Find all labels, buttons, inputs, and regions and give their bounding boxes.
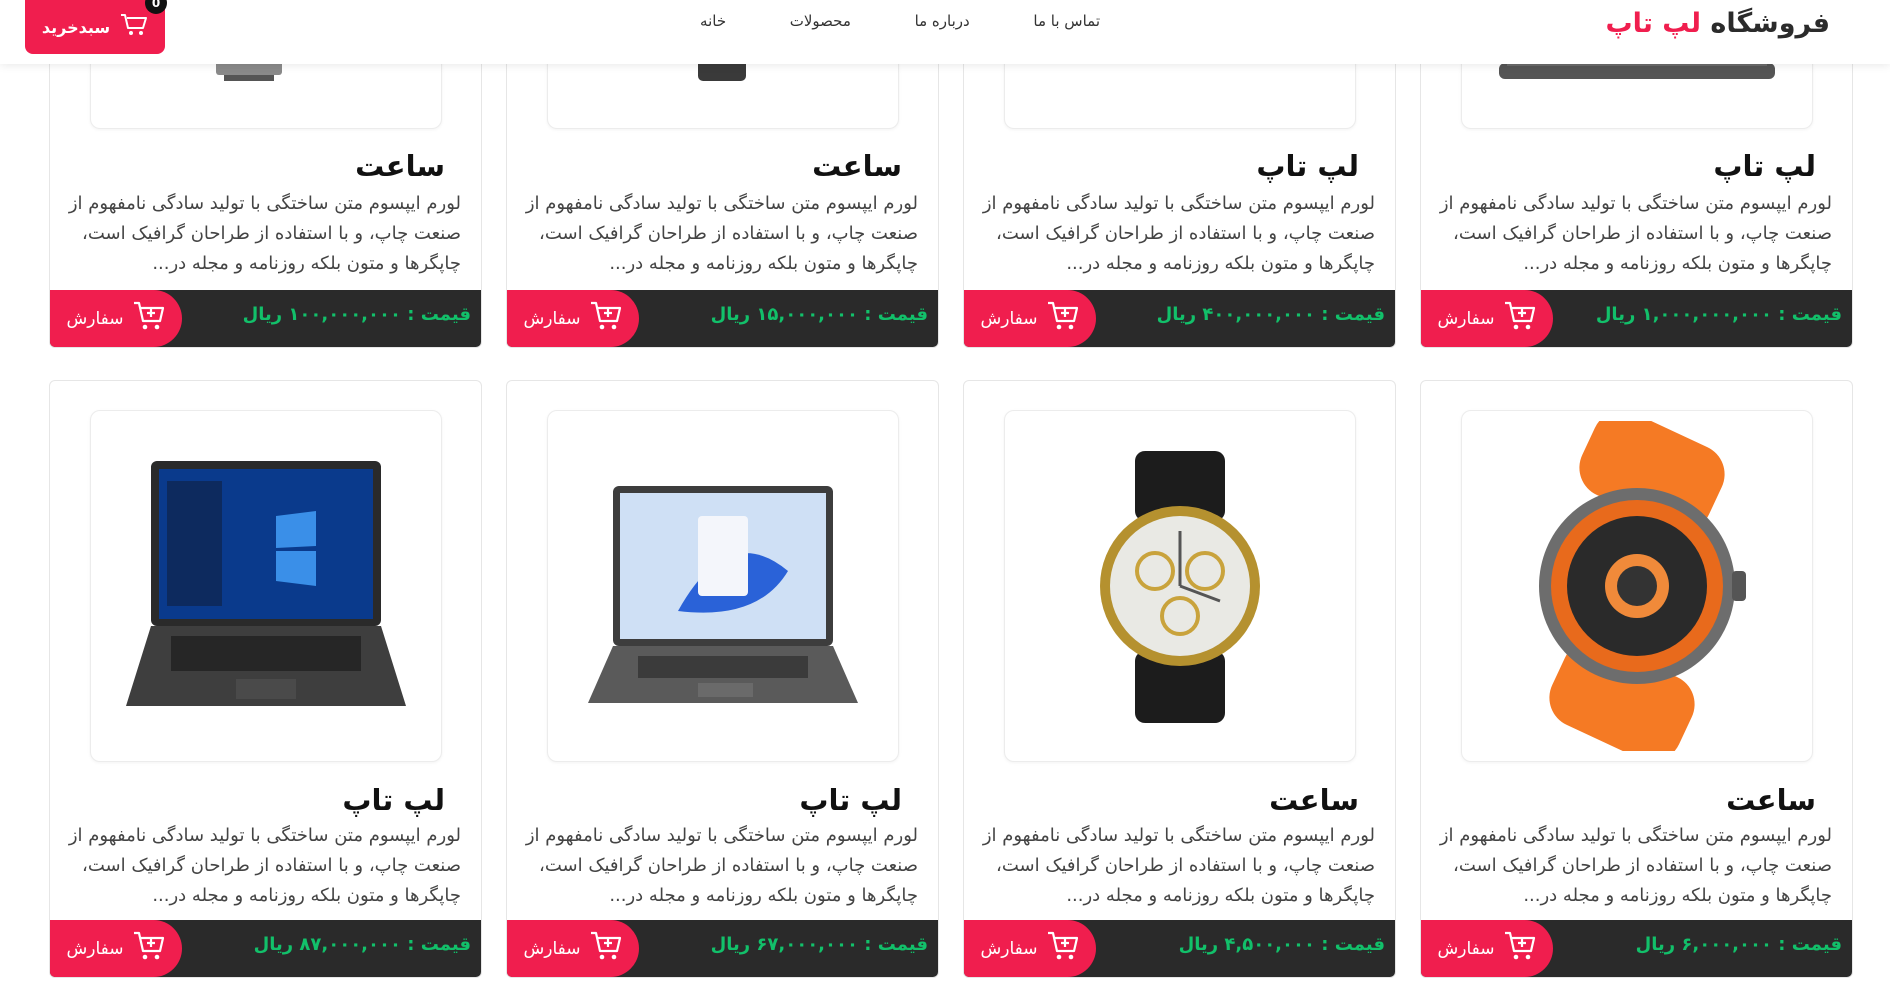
site-header: فروشگاه لپ تاپ خانه محصولات درباره ما تم… — [0, 0, 1890, 64]
add-to-cart-icon — [1503, 930, 1537, 967]
order-label: سفارش — [523, 938, 581, 959]
price-bar: قیمت : ۴۰۰,۰۰۰,۰۰۰ ریال سفارش — [964, 290, 1395, 347]
add-to-cart-icon — [1503, 300, 1537, 337]
product-card: لپ تاپ لورم ایپسوم متن ساختگی با تولید س… — [506, 380, 939, 978]
product-title: لپ تاپ — [799, 783, 902, 817]
nav-home[interactable]: خانه — [700, 12, 726, 36]
product-title: لپ تاپ — [1713, 149, 1816, 183]
order-label: سفارش — [1437, 938, 1495, 959]
product-title: ساعت — [812, 149, 902, 183]
order-label: سفارش — [1437, 308, 1495, 329]
logo-text-laptop: لپ تاپ — [1605, 8, 1701, 39]
cart-label: سبدخرید — [41, 17, 111, 37]
price-bar: قیمت : ۴,۵۰۰,۰۰۰ ریال سفارش — [964, 920, 1395, 977]
product-description: لورم ایپسوم متن ساختگی با تولید سادگی نا… — [525, 193, 918, 274]
product-description: لورم ایپسوم متن ساختگی با تولید سادگی نا… — [1439, 825, 1832, 906]
order-button[interactable]: سفارش — [507, 920, 639, 977]
order-label: سفارش — [980, 308, 1038, 329]
product-price: قیمت : ۶,۰۰۰,۰۰۰ ریال — [1635, 934, 1842, 955]
orange-smartwatch-image — [1461, 410, 1813, 762]
price-bar: قیمت : ۱۵,۰۰۰,۰۰۰ ریال سفارش — [507, 290, 938, 347]
order-button[interactable]: سفارش — [507, 290, 639, 347]
order-button[interactable]: سفارش — [964, 920, 1096, 977]
cart-button[interactable]: سبدخرید 0 — [25, 0, 167, 54]
cart-icon — [120, 13, 148, 41]
product-title: ساعت — [355, 149, 445, 183]
product-title: لپ تاپ — [342, 783, 445, 817]
add-to-cart-icon — [132, 930, 166, 967]
site-logo[interactable]: فروشگاه لپ تاپ — [1605, 8, 1830, 39]
product-description: لورم ایپسوم متن ساختگی با تولید سادگی نا… — [525, 825, 918, 906]
product-price: قیمت : ۱,۰۰۰,۰۰۰,۰۰۰ ریال — [1595, 304, 1842, 325]
nav-contact[interactable]: تماس با ما — [1033, 12, 1100, 36]
order-label: سفارش — [523, 308, 581, 329]
add-to-cart-icon — [132, 300, 166, 337]
cart-count-badge: 0 — [145, 0, 167, 14]
order-label: سفارش — [980, 938, 1038, 959]
order-button[interactable]: سفارش — [964, 290, 1096, 347]
product-price: قیمت : ۴,۵۰۰,۰۰۰ ریال — [1178, 934, 1385, 955]
add-to-cart-icon — [589, 300, 623, 337]
add-to-cart-icon — [1046, 300, 1080, 337]
product-title: ساعت — [1726, 783, 1816, 817]
order-button[interactable]: سفارش — [50, 290, 182, 347]
product-card: لپ تاپ لورم ایپسوم متن ساختگی با تولید س… — [49, 380, 482, 978]
product-description: لورم ایپسوم متن ساختگی با تولید سادگی نا… — [1439, 193, 1832, 274]
main-nav: خانه محصولات درباره ما تماس با ما — [700, 12, 1100, 36]
product-description: لورم ایپسوم متن ساختگی با تولید سادگی نا… — [68, 193, 461, 274]
order-button[interactable]: سفارش — [1421, 290, 1553, 347]
product-price: قیمت : ۱۰۰,۰۰۰,۰۰۰ ریال — [242, 304, 471, 325]
order-label: سفارش — [66, 938, 124, 959]
order-label: سفارش — [66, 308, 124, 329]
price-bar: قیمت : ۶,۰۰۰,۰۰۰ ریال سفارش — [1421, 920, 1852, 977]
order-button[interactable]: سفارش — [1421, 920, 1553, 977]
laptop-windows10-image — [90, 410, 442, 762]
product-price: قیمت : ۴۰۰,۰۰۰,۰۰۰ ریال — [1156, 304, 1385, 325]
product-description: لورم ایپسوم متن ساختگی با تولید سادگی نا… — [982, 193, 1375, 274]
laptop-windows11-image — [547, 410, 899, 762]
price-bar: قیمت : ۱۰۰,۰۰۰,۰۰۰ ریال سفارش — [50, 290, 481, 347]
product-card: ساعت لورم ایپسوم متن ساختگی با تولید ساد… — [1420, 380, 1853, 978]
logo-text-store: فروشگاه — [1710, 8, 1830, 39]
product-description: لورم ایپسوم متن ساختگی با تولید سادگی نا… — [68, 825, 461, 906]
add-to-cart-icon — [589, 930, 623, 967]
product-price: قیمت : ۱۵,۰۰۰,۰۰۰ ریال — [710, 304, 928, 325]
product-price: قیمت : ۸۷,۰۰۰,۰۰۰ ریال — [253, 934, 471, 955]
product-price: قیمت : ۶۷,۰۰۰,۰۰۰ ریال — [710, 934, 928, 955]
price-bar: قیمت : ۸۷,۰۰۰,۰۰۰ ریال سفارش — [50, 920, 481, 977]
price-bar: قیمت : ۱,۰۰۰,۰۰۰,۰۰۰ ریال سفارش — [1421, 290, 1852, 347]
add-to-cart-icon — [1046, 930, 1080, 967]
price-bar: قیمت : ۶۷,۰۰۰,۰۰۰ ریال سفارش — [507, 920, 938, 977]
nav-about[interactable]: درباره ما — [915, 12, 970, 36]
order-button[interactable]: سفارش — [50, 920, 182, 977]
product-title: لپ تاپ — [1256, 149, 1359, 183]
product-description: لورم ایپسوم متن ساختگی با تولید سادگی نا… — [982, 825, 1375, 906]
gold-watch-image — [1004, 410, 1356, 762]
product-title: ساعت — [1269, 783, 1359, 817]
nav-products[interactable]: محصولات — [790, 12, 851, 36]
product-card: ساعت لورم ایپسوم متن ساختگی با تولید ساد… — [963, 380, 1396, 978]
